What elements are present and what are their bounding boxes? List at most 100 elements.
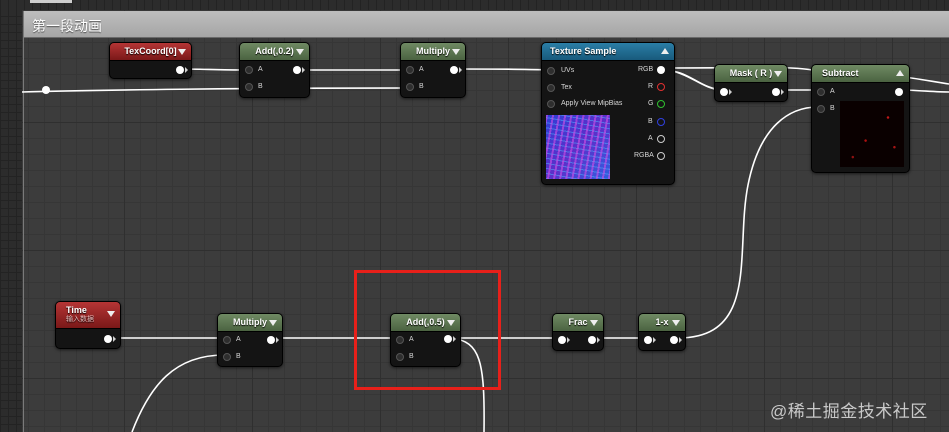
time-node-header[interactable]: Time 输入数据 — [56, 302, 120, 329]
pin-a-label: A — [419, 66, 424, 73]
multiply-node-top-header[interactable]: Multiply — [401, 43, 465, 61]
mask-node-title: Mask ( R ) — [729, 68, 773, 78]
watermark: @稀土掘金技术社区 — [770, 402, 928, 421]
one-minus-node-title: 1-x — [655, 317, 669, 327]
input-pin-a[interactable] — [817, 88, 825, 96]
input-pin[interactable] — [558, 336, 566, 344]
input-pin-b[interactable] — [406, 83, 414, 91]
pin-mipbias-label: Apply View MipBias — [561, 100, 623, 107]
time-node-title: Time — [66, 305, 87, 315]
output-arrow-icon — [459, 67, 462, 73]
texture-sample-header[interactable]: Texture Sample — [542, 43, 674, 61]
one-minus-node-header[interactable]: 1-x — [639, 314, 685, 332]
input-arrow-icon — [729, 89, 732, 95]
multiply-node-bottom-title: Multiply — [233, 317, 267, 327]
output-pin[interactable] — [588, 336, 596, 344]
add-node-top-header[interactable]: Add(,0.2) — [240, 43, 309, 61]
texture-preview-thumbnail — [546, 115, 610, 179]
frac-node-header[interactable]: Frac — [553, 314, 603, 332]
one-minus-node[interactable]: 1-x — [638, 313, 686, 351]
wire-left-to-multiply-b — [21, 87, 407, 93]
multiply-node-top-title: Multiply — [416, 46, 450, 56]
pin-b-label: B — [419, 83, 424, 90]
pin-rgba-label: RGBA — [634, 152, 654, 159]
pin-a-label: A — [648, 135, 653, 142]
subtract-node-header[interactable]: Subtract — [812, 65, 909, 83]
time-node-subtitle: 输入数据 — [66, 316, 94, 323]
output-pin[interactable] — [670, 336, 678, 344]
wire-offscreen-to-multiply-b — [131, 354, 225, 432]
output-arrow-icon — [302, 67, 305, 73]
frac-node[interactable]: Frac — [552, 313, 604, 351]
input-pin[interactable] — [644, 336, 652, 344]
output-pin[interactable] — [772, 88, 780, 96]
input-pin-a[interactable] — [223, 336, 231, 344]
multiply-node-bottom[interactable]: Multiply A B — [217, 313, 283, 367]
time-node[interactable]: Time 输入数据 — [55, 301, 121, 349]
collapse-arrow-icon[interactable] — [107, 311, 115, 317]
output-pin-rgb[interactable] — [657, 66, 665, 74]
input-pin[interactable] — [720, 88, 728, 96]
pin-r-label: R — [648, 83, 654, 90]
output-pin-g[interactable] — [657, 100, 665, 108]
output-pin[interactable] — [267, 336, 275, 344]
output-pin[interactable] — [104, 335, 112, 343]
collapse-arrow-icon[interactable] — [590, 320, 598, 326]
output-arrow-icon — [113, 336, 116, 342]
collapse-arrow-icon[interactable] — [672, 320, 680, 326]
subtract-node[interactable]: Subtract A B — [811, 64, 910, 173]
collapse-arrow-icon[interactable] — [178, 49, 186, 55]
mask-node-header[interactable]: Mask ( R ) — [715, 65, 787, 83]
collapse-arrow-icon[interactable] — [661, 48, 669, 54]
wire-oneminus-to-subtract-b — [677, 106, 819, 339]
output-pin-rgba[interactable] — [657, 152, 665, 160]
pin-tex-label: Tex — [561, 84, 572, 91]
output-pin[interactable] — [293, 66, 301, 74]
output-pin[interactable] — [895, 88, 903, 96]
input-pin-b[interactable] — [223, 353, 231, 361]
collapse-arrow-icon[interactable] — [896, 70, 904, 76]
texture-sample-title: Texture Sample — [550, 46, 617, 56]
output-pin-b[interactable] — [657, 118, 665, 126]
highlight-box — [354, 270, 501, 390]
pin-a-label: A — [236, 336, 241, 343]
pin-rgb-label: RGB — [638, 66, 654, 73]
output-pin[interactable] — [176, 66, 184, 74]
multiply-node-bottom-header[interactable]: Multiply — [218, 314, 282, 332]
output-arrow-icon — [781, 89, 784, 95]
input-arrow-icon — [567, 337, 570, 343]
input-pin-a[interactable] — [406, 66, 414, 74]
output-pin-r[interactable] — [657, 83, 665, 91]
reroute-knot — [42, 86, 50, 94]
subtract-node-title: Subtract — [822, 68, 859, 78]
pin-g-label: G — [648, 100, 654, 107]
output-pin[interactable] — [450, 66, 458, 74]
collapse-arrow-icon[interactable] — [269, 320, 277, 326]
pin-b-label: B — [830, 105, 835, 112]
texcoord-node-header[interactable]: TexCoord[0] — [110, 43, 191, 61]
texture-sample-node[interactable]: Texture Sample UVs Tex Apply View MipBia… — [541, 42, 675, 185]
input-pin-b[interactable] — [817, 105, 825, 113]
input-pin-a[interactable] — [245, 66, 253, 74]
output-arrow-icon — [597, 337, 600, 343]
pin-a-label: A — [258, 66, 263, 73]
add-node-top[interactable]: Add(,0.2) A B — [239, 42, 310, 98]
input-pin-uvs[interactable] — [547, 67, 555, 75]
input-pin-mipbias[interactable] — [547, 100, 555, 108]
frac-node-title: Frac — [568, 317, 588, 327]
pin-uvs-label: UVs — [561, 67, 575, 74]
pin-b-label: B — [648, 118, 653, 125]
input-pin-tex[interactable] — [547, 84, 555, 92]
input-pin-b[interactable] — [245, 83, 253, 91]
collapse-arrow-icon[interactable] — [774, 71, 782, 77]
texcoord-node[interactable]: TexCoord[0] — [109, 42, 192, 79]
mask-node[interactable]: Mask ( R ) — [714, 64, 788, 102]
collapse-arrow-icon[interactable] — [452, 49, 460, 55]
output-pin-a[interactable] — [657, 135, 665, 143]
wire-multiply-to-uvs — [454, 68, 549, 71]
collapse-arrow-icon[interactable] — [296, 49, 304, 55]
add-node-top-title: Add(,0.2) — [255, 46, 294, 56]
multiply-node-top[interactable]: Multiply A B — [400, 42, 466, 98]
output-arrow-icon — [185, 67, 188, 73]
texcoord-node-title: TexCoord[0] — [124, 46, 177, 56]
